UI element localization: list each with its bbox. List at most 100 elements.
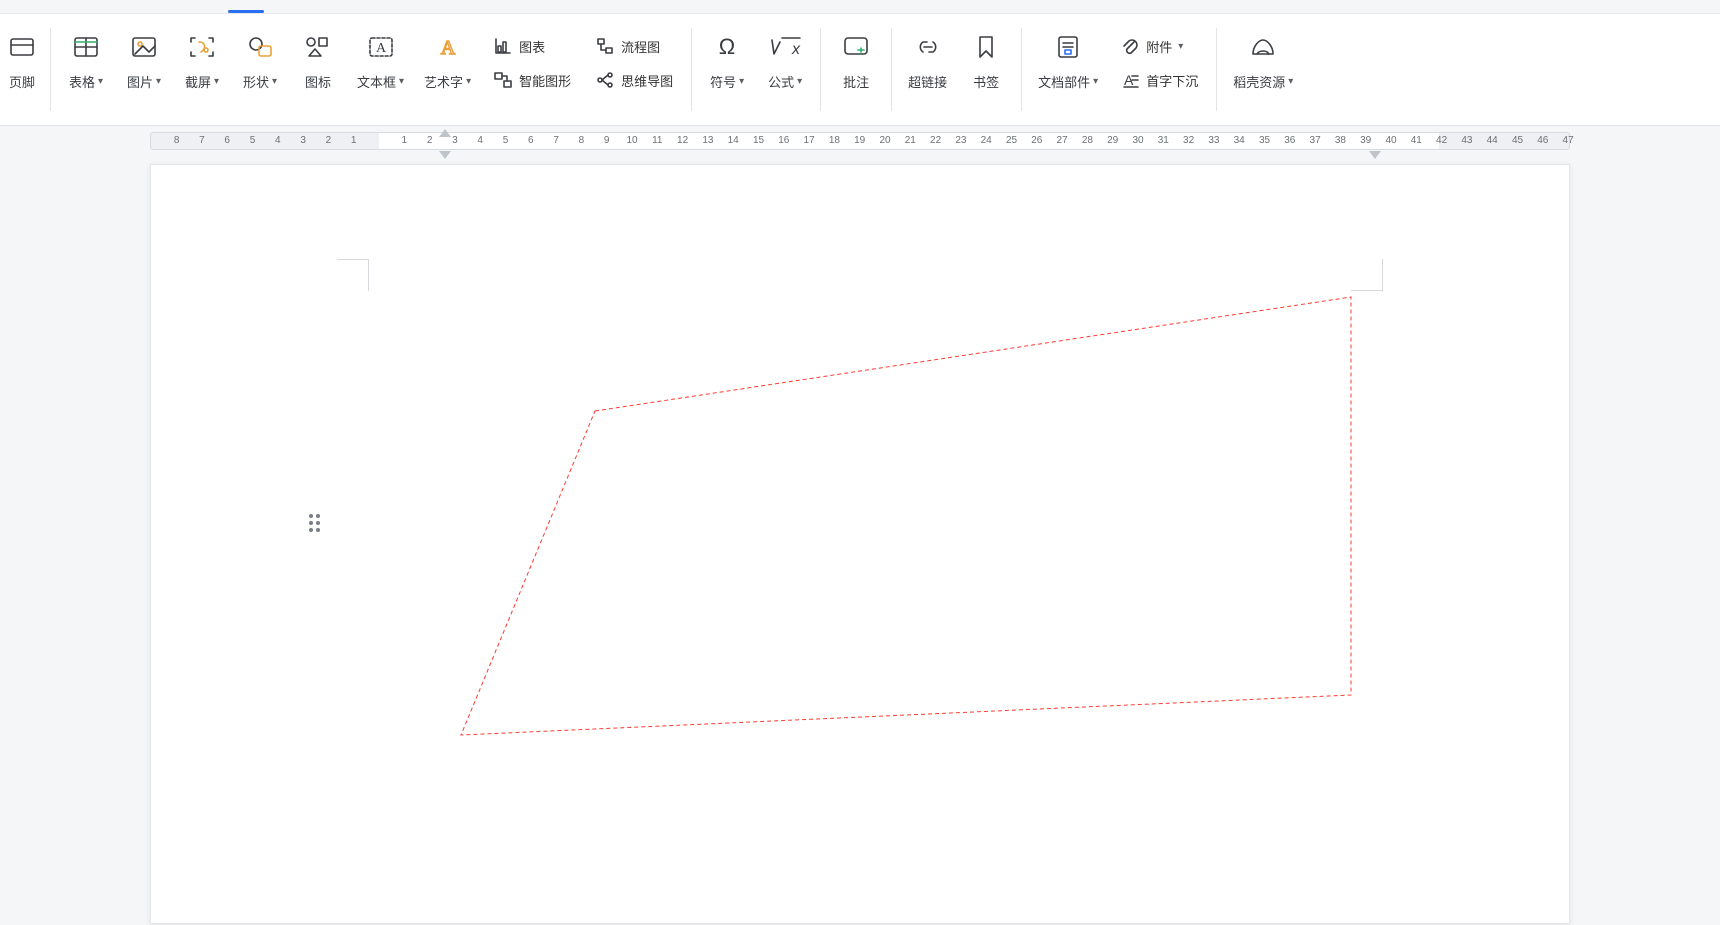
docer-label: 稻壳资源 — [1233, 72, 1285, 91]
hyperlink-label: 超链接 — [908, 72, 947, 91]
ruler-tick: 1 — [351, 135, 357, 146]
chevron-down-icon: ▾ — [1178, 41, 1183, 52]
shapes-button[interactable]: 形状▾ — [231, 24, 289, 91]
image-icon — [129, 28, 159, 66]
chevron-down-icon: ▾ — [156, 76, 161, 87]
header-footer-button[interactable]: 页脚 — [4, 24, 44, 91]
textbox-button[interactable]: A 文本框▾ — [347, 24, 414, 91]
screenshot-button[interactable]: 截屏▾ — [173, 24, 231, 91]
screenshot-icon — [187, 28, 217, 66]
chevron-down-icon: ▾ — [214, 76, 219, 87]
icon-button[interactable]: 图标 — [289, 24, 347, 91]
svg-text:A: A — [440, 37, 455, 59]
symbol-icon: Ω — [712, 28, 742, 66]
ruler-tick: 9 — [604, 135, 610, 146]
attachment-label: 附件 — [1146, 37, 1172, 56]
ruler-tick: 34 — [1234, 135, 1245, 146]
shape-drag-handle[interactable] — [309, 514, 325, 530]
paperclip-icon — [1120, 36, 1140, 56]
flowchart-label: 流程图 — [621, 37, 660, 56]
smartart-icon — [493, 70, 513, 90]
ruler-tick: 40 — [1385, 135, 1396, 146]
ruler-tick: 30 — [1132, 135, 1143, 146]
equation-button[interactable]: x 公式▾ — [756, 24, 814, 91]
ruler-tick: 15 — [753, 135, 764, 146]
doc-parts-button[interactable]: 文档部件▾ — [1028, 24, 1108, 91]
ruler-tick: 7 — [553, 135, 559, 146]
first-line-indent-marker[interactable] — [439, 129, 451, 137]
ruler-tick: 5 — [503, 135, 509, 146]
chevron-down-icon: ▾ — [466, 76, 471, 87]
ribbon-separator — [820, 28, 821, 111]
ribbon-separator — [891, 28, 892, 111]
margin-corner-mark — [1351, 259, 1383, 291]
ruler-tick: 25 — [1006, 135, 1017, 146]
active-tab-underline — [228, 10, 264, 13]
ruler-tick: 31 — [1158, 135, 1169, 146]
chevron-down-icon: ▾ — [1093, 76, 1098, 87]
chart-button[interactable]: 图表 — [483, 30, 581, 62]
docer-button[interactable]: 稻壳资源▾ — [1223, 24, 1303, 91]
ruler-tick: 18 — [829, 135, 840, 146]
smartart-label: 智能图形 — [519, 71, 571, 90]
table-button[interactable]: 表格▾ — [57, 24, 115, 91]
ruler-tick: 20 — [879, 135, 890, 146]
image-button[interactable]: 图片▾ — [115, 24, 173, 91]
mindmap-icon — [595, 70, 615, 90]
dropcap-label: 首字下沉 — [1146, 71, 1198, 90]
ruler-tick: 26 — [1031, 135, 1042, 146]
dropcap-button[interactable]: A 首字下沉 — [1110, 64, 1208, 96]
ruler-tick: 42 — [1436, 135, 1447, 146]
textbox-icon: A — [366, 28, 396, 66]
ruler-tick: 39 — [1360, 135, 1371, 146]
symbol-button[interactable]: Ω 符号▾ — [698, 24, 756, 91]
wordart-button[interactable]: A 艺术字▾ — [414, 24, 481, 91]
ruler-tick: 21 — [905, 135, 916, 146]
ruler-tick: 29 — [1107, 135, 1118, 146]
chevron-down-icon: ▾ — [399, 76, 404, 87]
screenshot-label: 截屏 — [185, 72, 211, 91]
ruler-tick: 27 — [1057, 135, 1068, 146]
document-page[interactable] — [150, 164, 1570, 924]
ruler-tick: 24 — [981, 135, 992, 146]
flowchart-button[interactable]: 流程图 — [585, 30, 683, 62]
ruler-tick: 3 — [300, 135, 306, 146]
ribbon-separator — [50, 28, 51, 111]
ruler-tick: 46 — [1537, 135, 1548, 146]
ruler-tick: 8 — [174, 135, 180, 146]
ruler-tick: 38 — [1335, 135, 1346, 146]
chevron-down-icon: ▾ — [1288, 76, 1293, 87]
smartart-button[interactable]: 智能图形 — [483, 64, 581, 96]
ruler-tick: 37 — [1310, 135, 1321, 146]
shapes-label: 形状 — [243, 72, 269, 91]
svg-text:A: A — [375, 41, 386, 56]
comment-button[interactable]: 批注 — [827, 24, 885, 91]
horizontal-ruler[interactable]: 8765432112345678910111213141516171819202… — [150, 132, 1570, 150]
ribbon-separator — [1216, 28, 1217, 111]
ruler-tick: 22 — [930, 135, 941, 146]
bookmark-button[interactable]: 书签 — [957, 24, 1015, 91]
attachment-button[interactable]: 附件 ▾ — [1110, 30, 1208, 62]
hyperlink-button[interactable]: 超链接 — [898, 24, 957, 91]
bookmark-icon — [971, 28, 1001, 66]
comment-icon — [841, 28, 871, 66]
header-footer-label: 页脚 — [9, 72, 35, 91]
ruler-tick: 5 — [250, 135, 256, 146]
table-label: 表格 — [69, 72, 95, 91]
chevron-down-icon: ▾ — [98, 76, 103, 87]
ruler-tick: 3 — [452, 135, 458, 146]
hyperlink-icon — [913, 28, 943, 66]
ruler-tick: 12 — [677, 135, 688, 146]
ruler-tick: 44 — [1487, 135, 1498, 146]
equation-icon: x — [768, 28, 802, 66]
ruler-tick: 4 — [275, 135, 281, 146]
textbox-label: 文本框 — [357, 72, 396, 91]
ruler-tick: 13 — [702, 135, 713, 146]
doc-parts-label: 文档部件 — [1038, 72, 1090, 91]
ruler-tick: 43 — [1461, 135, 1472, 146]
ruler-tick: 16 — [778, 135, 789, 146]
svg-text:x: x — [791, 41, 801, 58]
mindmap-button[interactable]: 思维导图 — [585, 64, 683, 96]
docer-icon — [1247, 28, 1279, 66]
ruler-tick: 17 — [804, 135, 815, 146]
